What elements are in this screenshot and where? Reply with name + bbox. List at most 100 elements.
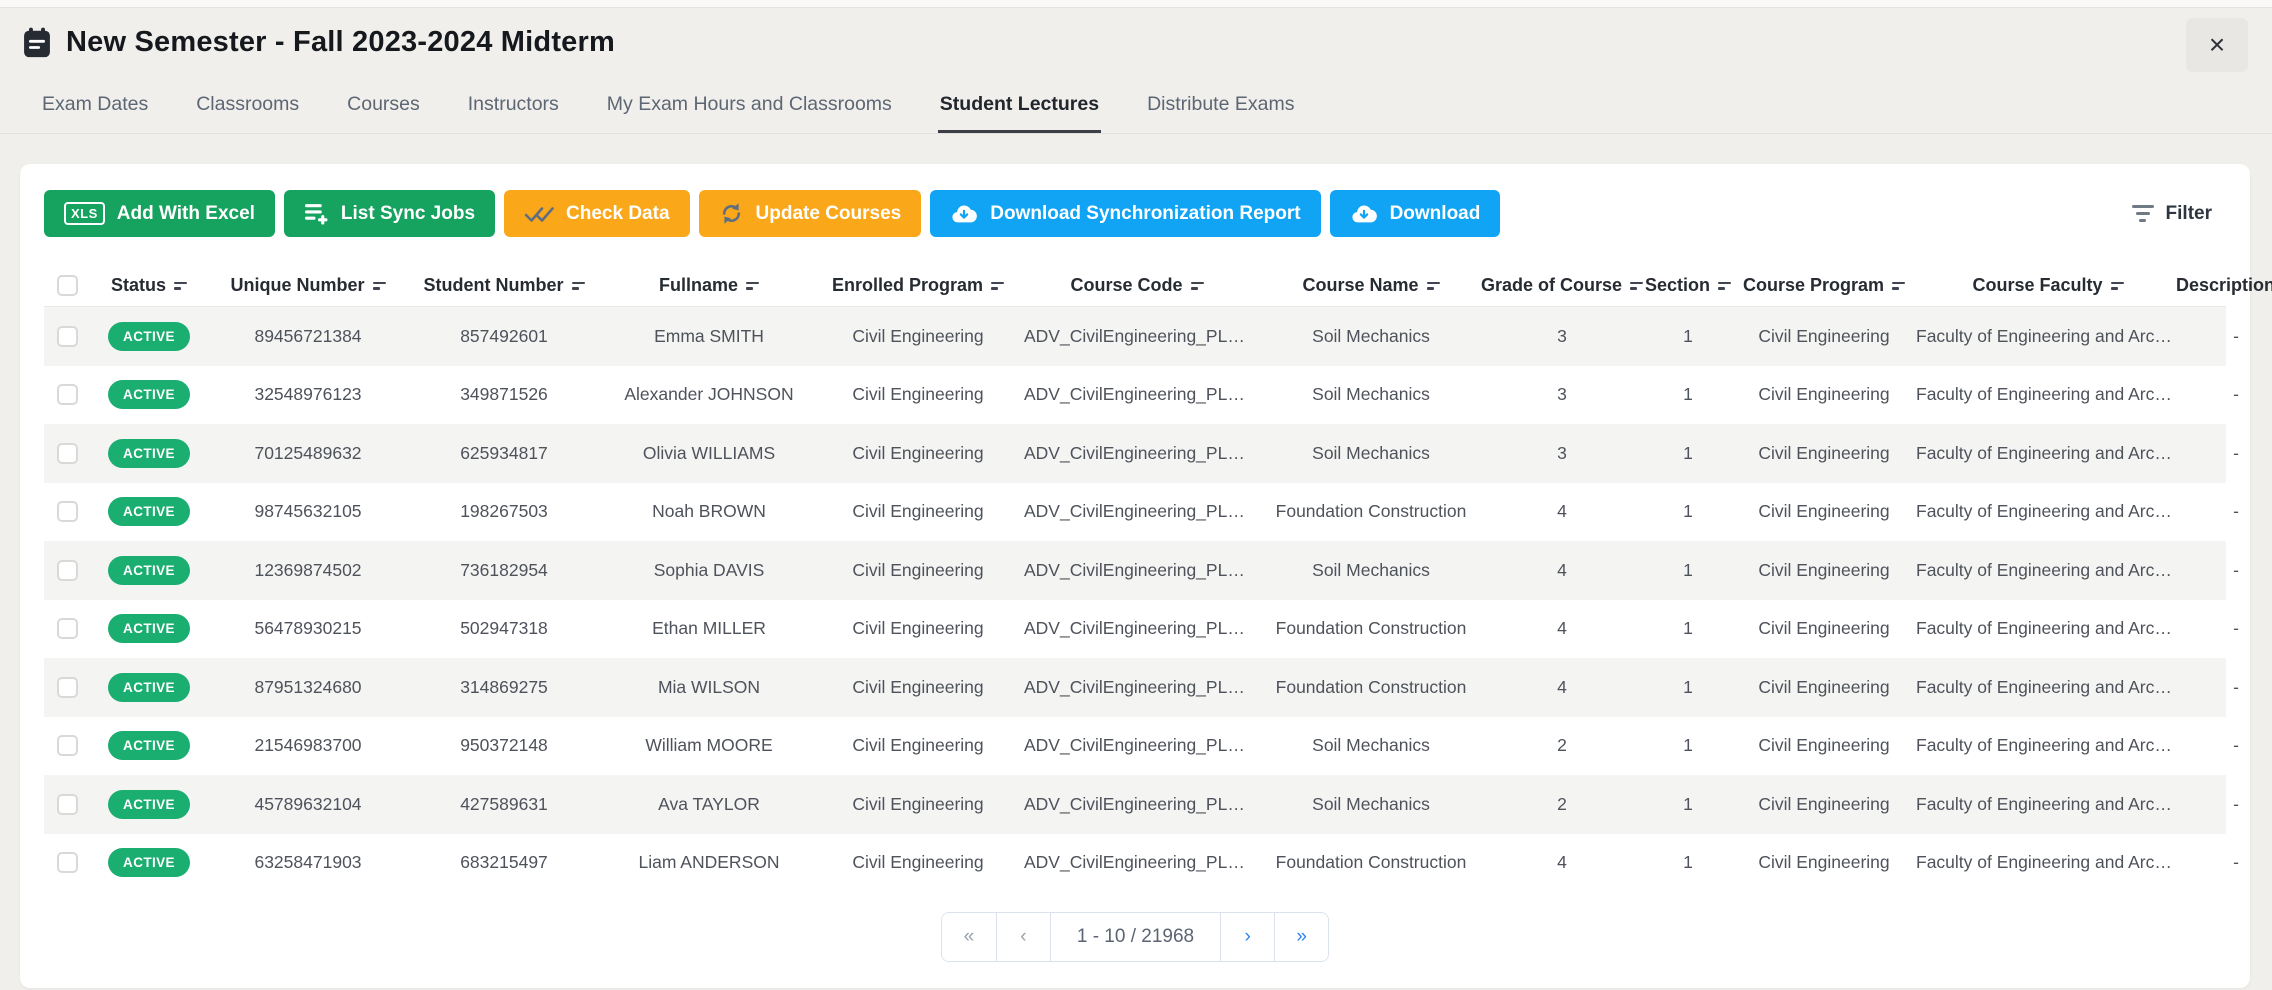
cell-description: - bbox=[2186, 560, 2272, 581]
select-all-checkbox[interactable] bbox=[57, 275, 78, 296]
prev-page-button[interactable]: ‹ bbox=[996, 913, 1050, 961]
cell-student-number: 349871526 bbox=[408, 384, 600, 405]
cell-grade-of-course: 4 bbox=[1486, 852, 1638, 873]
column-header-course-program[interactable]: Course Program bbox=[1738, 275, 1910, 296]
row-checkbox[interactable] bbox=[57, 384, 78, 405]
cell-enrolled-program: Civil Engineering bbox=[818, 735, 1018, 756]
cell-enrolled-program: Civil Engineering bbox=[818, 326, 1018, 347]
cell-unique-number: 98745632105 bbox=[208, 501, 408, 522]
cell-fullname: Ava TAYLOR bbox=[600, 794, 818, 815]
cell-grade-of-course: 3 bbox=[1486, 326, 1638, 347]
download-sync-report-button[interactable]: Download Synchronization Report bbox=[930, 190, 1320, 237]
column-header-grade-of-course[interactable]: Grade of Course bbox=[1486, 275, 1638, 296]
column-header-course-code[interactable]: Course Code bbox=[1018, 275, 1256, 296]
sort-icon bbox=[2111, 282, 2124, 290]
cell-course-program: Civil Engineering bbox=[1738, 501, 1910, 522]
cell-status: ACTIVE bbox=[90, 673, 208, 702]
column-header-status[interactable]: Status bbox=[90, 275, 208, 296]
column-header-student-number[interactable]: Student Number bbox=[408, 275, 600, 296]
tab-distribute-exams[interactable]: Distribute Exams bbox=[1145, 85, 1296, 133]
toolbar: XLS Add With Excel List Sync Jobs bbox=[44, 190, 2226, 237]
cell-description: - bbox=[2186, 618, 2272, 639]
column-header-section[interactable]: Section bbox=[1638, 275, 1738, 296]
status-badge: ACTIVE bbox=[108, 614, 190, 643]
cell-enrolled-program: Civil Engineering bbox=[818, 384, 1018, 405]
cell-course-faculty: Faculty of Engineering and Architecture bbox=[1910, 618, 2186, 639]
tab-courses[interactable]: Courses bbox=[345, 85, 422, 133]
status-badge: ACTIVE bbox=[108, 497, 190, 526]
row-checkbox[interactable] bbox=[57, 852, 78, 873]
cell-enrolled-program: Civil Engineering bbox=[818, 501, 1018, 522]
cell-course-name: Soil Mechanics bbox=[1256, 384, 1486, 405]
tab-classrooms[interactable]: Classrooms bbox=[194, 85, 301, 133]
cell-enrolled-program: Civil Engineering bbox=[818, 677, 1018, 698]
row-checkbox[interactable] bbox=[57, 443, 78, 464]
cell-course-name: Foundation Construction bbox=[1256, 852, 1486, 873]
first-page-button[interactable]: « bbox=[942, 913, 996, 961]
row-checkbox[interactable] bbox=[57, 326, 78, 347]
column-header-fullname[interactable]: Fullname bbox=[600, 275, 818, 296]
tab-my-exam-hours-and-classrooms[interactable]: My Exam Hours and Classrooms bbox=[605, 85, 894, 133]
cell-student-number: 502947318 bbox=[408, 618, 600, 639]
column-header-enrolled-program[interactable]: Enrolled Program bbox=[818, 275, 1018, 296]
check-data-button[interactable]: Check Data bbox=[504, 190, 690, 237]
table-header-row: StatusUnique NumberStudent Number Fullnam… bbox=[44, 265, 2226, 307]
next-page-button[interactable]: › bbox=[1220, 913, 1274, 961]
update-courses-button[interactable]: Update Courses bbox=[699, 190, 922, 237]
cell-section: 1 bbox=[1638, 560, 1738, 581]
column-header-unique-number[interactable]: Unique Number bbox=[208, 275, 408, 296]
last-page-button[interactable]: » bbox=[1274, 913, 1328, 961]
cell-section: 1 bbox=[1638, 501, 1738, 522]
row-checkbox[interactable] bbox=[57, 501, 78, 522]
cell-student-number: 736182954 bbox=[408, 560, 600, 581]
table-row: ACTIVE63258471903683215497Liam ANDERSONC… bbox=[44, 834, 2226, 893]
cell-status: ACTIVE bbox=[90, 380, 208, 409]
cell-enrolled-program: Civil Engineering bbox=[818, 560, 1018, 581]
status-badge: ACTIVE bbox=[108, 673, 190, 702]
download-button[interactable]: Download bbox=[1330, 190, 1501, 237]
table-row: ACTIVE32548976123349871526Alexander JOHN… bbox=[44, 366, 2226, 425]
cell-course-name: Soil Mechanics bbox=[1256, 735, 1486, 756]
cell-course-faculty: Faculty of Engineering and Architecture bbox=[1910, 852, 2186, 873]
cell-course-name: Soil Mechanics bbox=[1256, 443, 1486, 464]
row-checkbox[interactable] bbox=[57, 794, 78, 815]
tab-exam-dates[interactable]: Exam Dates bbox=[40, 85, 150, 133]
cell-unique-number: 89456721384 bbox=[208, 326, 408, 347]
row-checkbox[interactable] bbox=[57, 618, 78, 639]
cell-course-code: ADV_CivilEngineering_PLN365 bbox=[1018, 560, 1256, 581]
sort-icon bbox=[1427, 282, 1440, 290]
cell-section: 1 bbox=[1638, 794, 1738, 815]
column-label: Description bbox=[2176, 275, 2272, 296]
cell-course-name: Foundation Construction bbox=[1256, 677, 1486, 698]
row-checkbox[interactable] bbox=[57, 677, 78, 698]
column-header-description[interactable]: Description bbox=[2186, 275, 2272, 296]
cell-student-number: 427589631 bbox=[408, 794, 600, 815]
column-header-course-name[interactable]: Course Name bbox=[1256, 275, 1486, 296]
tab-student-lectures[interactable]: Student Lectures bbox=[938, 85, 1101, 133]
cell-course-program: Civil Engineering bbox=[1738, 735, 1910, 756]
add-with-excel-button[interactable]: XLS Add With Excel bbox=[44, 190, 275, 237]
cell-course-code: ADV_CivilEngineering_PLN365 bbox=[1018, 618, 1256, 639]
cell-section: 1 bbox=[1638, 326, 1738, 347]
cell-unique-number: 12369874502 bbox=[208, 560, 408, 581]
close-button[interactable]: × bbox=[2186, 18, 2248, 72]
column-label: Course Name bbox=[1302, 275, 1418, 296]
cell-student-number: 625934817 bbox=[408, 443, 600, 464]
row-checkbox[interactable] bbox=[57, 735, 78, 756]
cell-course-code: ADV_CivilEngineering_PLN365 bbox=[1018, 501, 1256, 522]
cell-unique-number: 70125489632 bbox=[208, 443, 408, 464]
cell-description: - bbox=[2186, 677, 2272, 698]
cell-course-faculty: Faculty of Engineering and Architecture bbox=[1910, 735, 2186, 756]
double-check-icon bbox=[524, 203, 554, 225]
cell-fullname: William MOORE bbox=[600, 735, 818, 756]
cell-section: 1 bbox=[1638, 852, 1738, 873]
column-label: Fullname bbox=[659, 275, 738, 296]
row-checkbox[interactable] bbox=[57, 560, 78, 581]
list-sync-jobs-button[interactable]: List Sync Jobs bbox=[284, 190, 495, 237]
cell-course-program: Civil Engineering bbox=[1738, 618, 1910, 639]
column-header-course-faculty[interactable]: Course Faculty bbox=[1910, 275, 2186, 296]
filter-button[interactable]: Filter bbox=[2132, 203, 2226, 225]
tab-instructors[interactable]: Instructors bbox=[466, 85, 561, 133]
column-label: Course Faculty bbox=[1972, 275, 2102, 296]
cell-grade-of-course: 2 bbox=[1486, 794, 1638, 815]
